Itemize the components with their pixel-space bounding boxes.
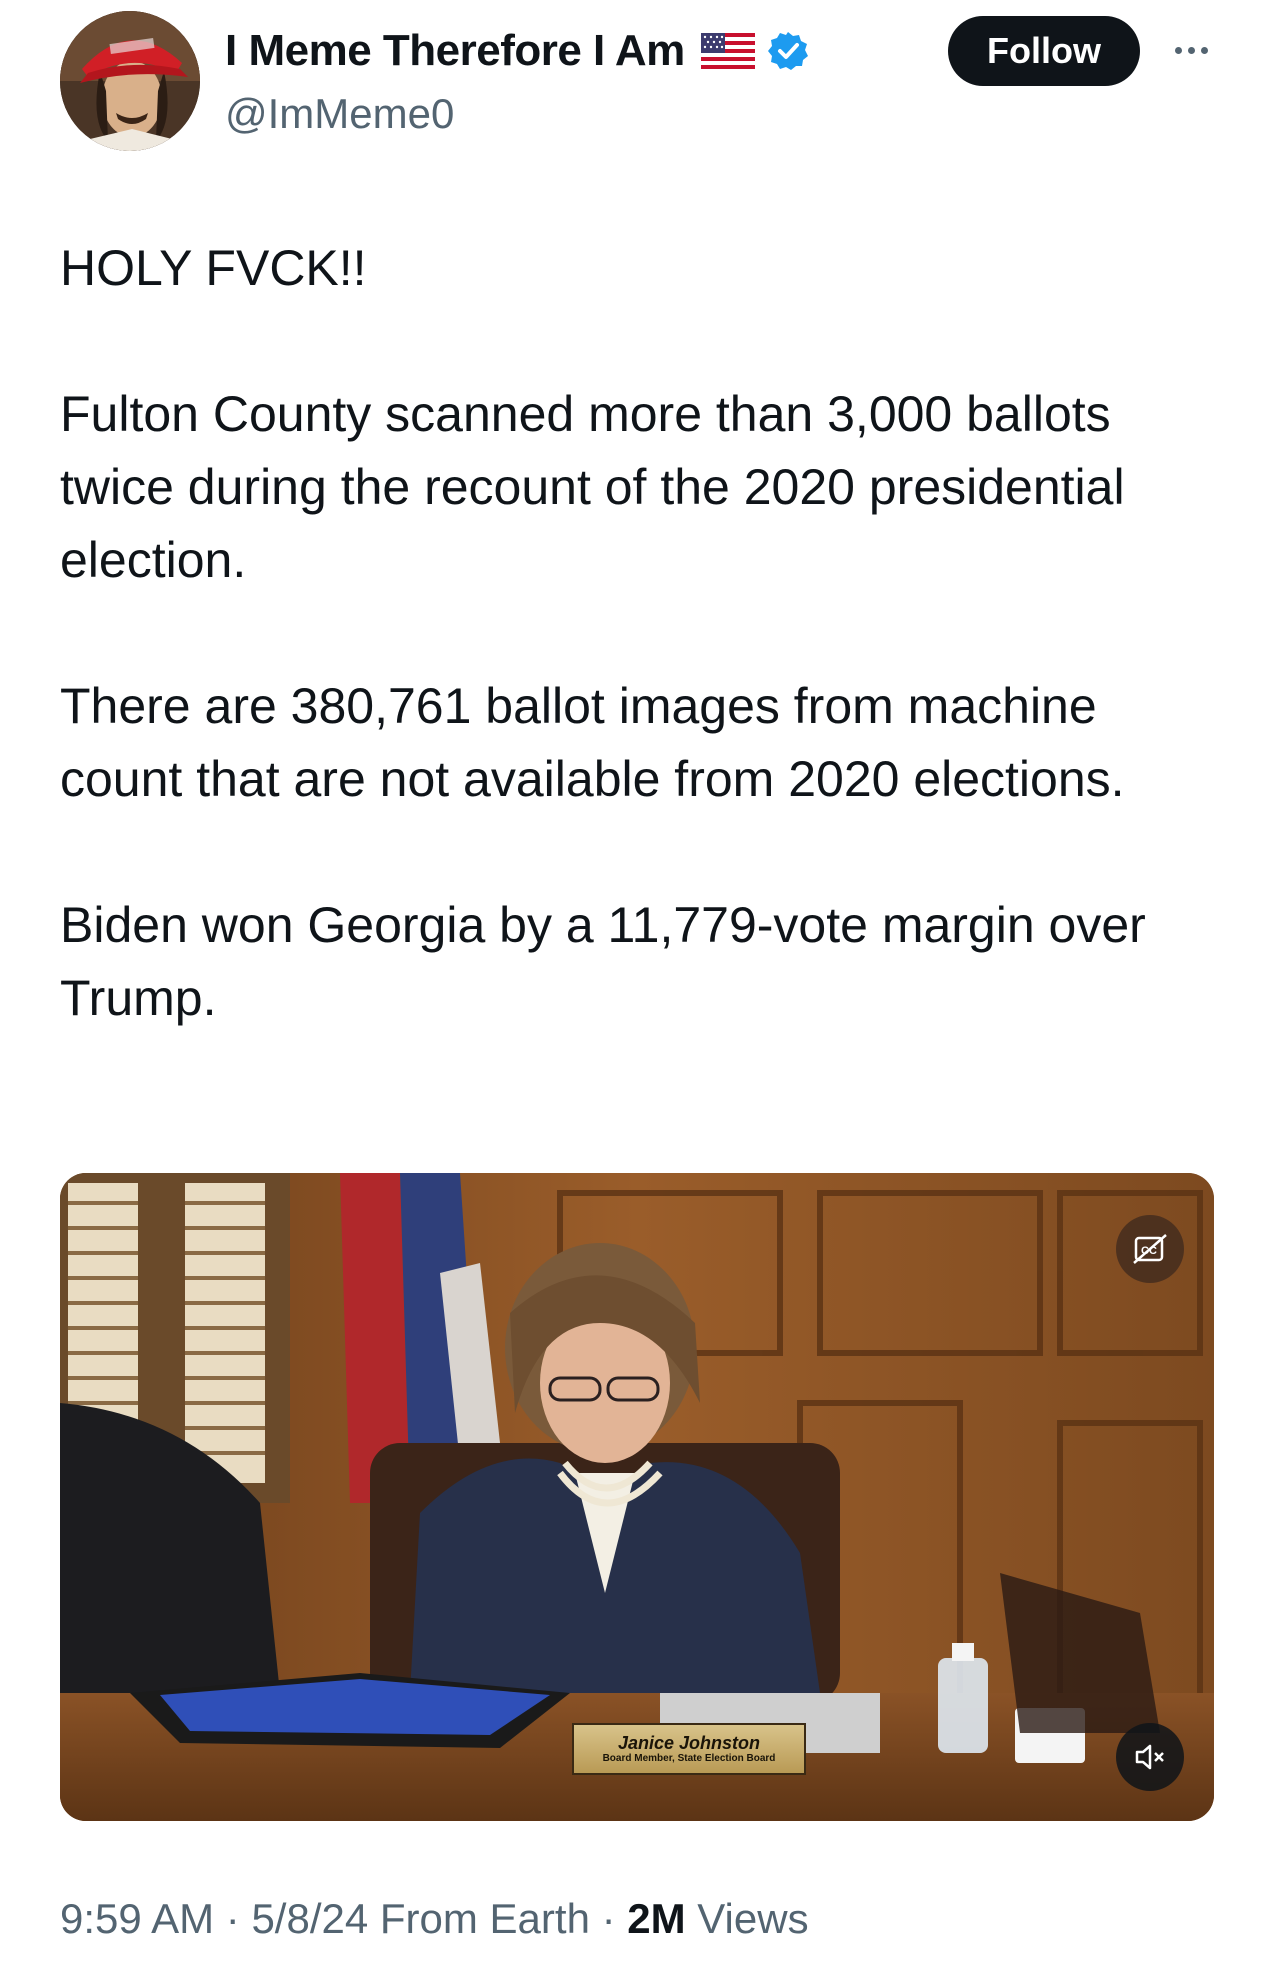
more-dot (1174, 46, 1182, 54)
tweet-time[interactable]: 9:59 AM (60, 1895, 214, 1942)
us-flag-icon (700, 33, 755, 69)
muted-speaker-icon (1135, 1744, 1164, 1770)
nameplate: Janice Johnston Board Member, State Elec… (572, 1723, 806, 1775)
tweet-meta: 9:59 AM · 5/8/24 From Earth · 2M Views (60, 1895, 809, 1943)
nameplate-title: Board Member, State Election Board (602, 1753, 776, 1764)
author-name-row: I Meme Therefore I Am (225, 26, 809, 76)
tweet-paragraph: Biden won Georgia by a 11,779-vote margi… (60, 897, 1159, 1026)
verified-badge-icon[interactable] (767, 30, 809, 72)
video-player[interactable]: Janice Johnston Board Member, State Elec… (60, 1173, 1214, 1821)
tweet-date[interactable]: 5/8/24 (251, 1895, 368, 1942)
meta-separator: · (214, 1895, 252, 1942)
avatar-image (60, 11, 200, 151)
nameplate-name: Janice Johnston (617, 1733, 761, 1753)
more-horizontal-icon[interactable] (1168, 40, 1214, 60)
follow-button[interactable]: Follow (948, 16, 1140, 86)
tweet-text: HOLY FVCK!! Fulton County scanned more t… (60, 232, 1220, 1035)
closed-captions-icon: CC (1133, 1234, 1167, 1264)
tweet-header: I Meme Therefore I Am @ImMeme0 Follow (0, 0, 1284, 170)
meta-separator: · (589, 1895, 628, 1942)
author-handle[interactable]: @ImMeme0 (225, 90, 454, 138)
views-count[interactable]: 2M (627, 1895, 685, 1942)
tweet-paragraph: There are 380,761 ballot images from mac… (60, 678, 1125, 807)
mute-button[interactable] (1116, 1723, 1184, 1791)
display-name[interactable]: I Meme Therefore I Am (225, 26, 685, 76)
tweet-paragraph: HOLY FVCK!! (60, 240, 367, 296)
avatar[interactable] (60, 11, 200, 151)
more-dot (1200, 46, 1208, 54)
closed-captions-button[interactable]: CC (1116, 1215, 1184, 1283)
more-dot (1187, 46, 1195, 54)
tweet-paragraph: Fulton County scanned more than 3,000 ba… (60, 386, 1139, 588)
views-label: Views (697, 1895, 809, 1942)
tweet-source: From Earth (379, 1895, 590, 1942)
